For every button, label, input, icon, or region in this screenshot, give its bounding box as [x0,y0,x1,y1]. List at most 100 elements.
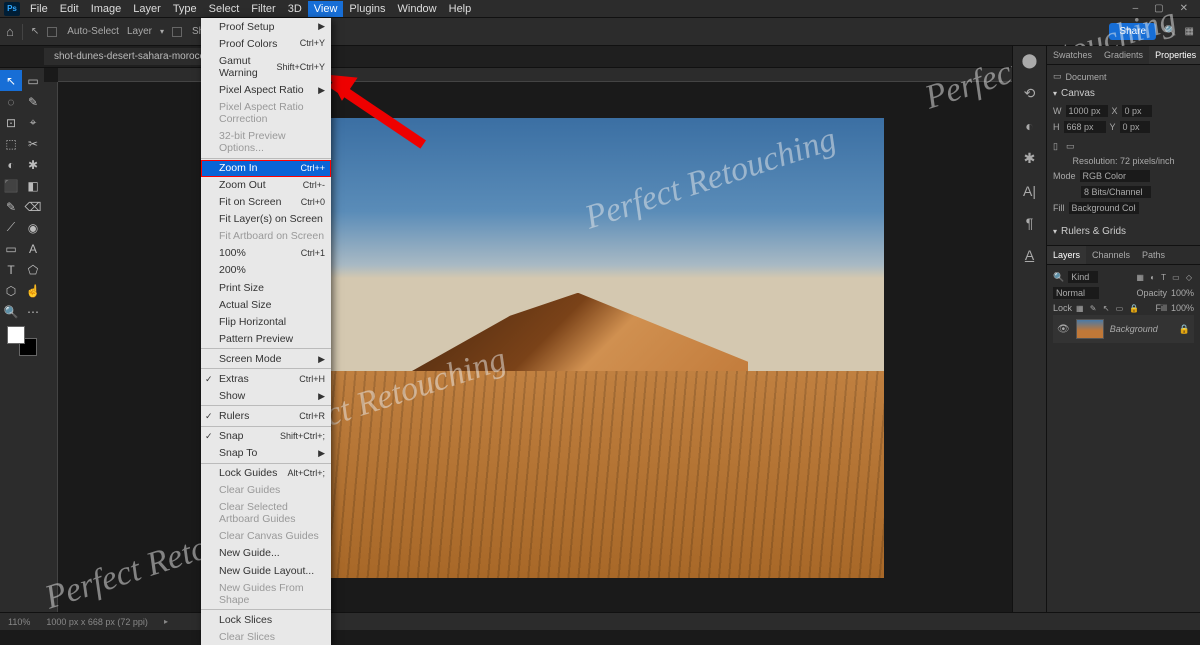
fg-bg-color[interactable] [7,326,37,356]
paragraph-icon[interactable]: ¶ [1026,215,1034,231]
search-icon[interactable]: 🔍 [1053,272,1064,283]
height-input[interactable] [1064,121,1106,133]
workspace-icon[interactable]: ▦ [1185,26,1194,37]
tool-3-1[interactable]: ✂ [22,133,44,154]
menu-item-proof-colors[interactable]: Proof ColorsCtrl+Y [201,35,331,52]
character-icon[interactable]: A| [1023,183,1036,199]
chevron-down-icon[interactable]: ▾ [1053,227,1057,236]
tool-9-0[interactable]: T [0,259,22,280]
menu-item-print-size[interactable]: Print Size [201,279,331,296]
tool-6-1[interactable]: ⌫ [22,196,44,217]
menu-item-fit-on-screen[interactable]: Fit on ScreenCtrl+0 [201,194,331,211]
menu-item-zoom-in[interactable]: Zoom InCtrl++ [201,160,331,177]
tool-6-0[interactable]: ✎ [0,196,22,217]
menu-item-lock-slices[interactable]: Lock Slices [201,611,331,628]
menu-window[interactable]: Window [392,1,443,17]
tool-10-1[interactable]: ☝ [22,280,44,301]
menu-edit[interactable]: Edit [54,1,85,17]
tool-0-0[interactable]: ↖ [0,70,22,91]
chevron-right-icon[interactable]: ▸ [164,617,168,626]
tool-11-1[interactable]: ⋯ [22,301,44,322]
depth-select[interactable] [1081,186,1151,198]
opacity-value[interactable]: 100% [1171,288,1194,298]
close-icon[interactable]: ✕ [1176,2,1192,15]
tool-5-0[interactable]: ⬛ [0,175,22,196]
tab-swatches[interactable]: Swatches [1047,46,1098,64]
menu-item-snap-to[interactable]: Snap To▶ [201,445,331,462]
zoom-level[interactable]: 110% [8,617,30,627]
menu-layer[interactable]: Layer [127,1,167,17]
menu-item-show[interactable]: Show▶ [201,387,331,404]
blend-mode-select[interactable] [1053,287,1099,299]
menu-item-extras[interactable]: ✓ExtrasCtrl+H [201,370,331,387]
menu-item-proof-setup[interactable]: Proof Setup▶ [201,18,331,35]
minimize-icon[interactable]: – [1129,2,1143,15]
tab-channels[interactable]: Channels [1086,246,1136,264]
menu-item-100-[interactable]: 100%Ctrl+1 [201,245,331,262]
menu-item-zoom-out[interactable]: Zoom OutCtrl+- [201,177,331,194]
tool-1-1[interactable]: ✎ [22,91,44,112]
search-icon[interactable]: 🔍 [1164,26,1176,37]
mode-select[interactable] [1080,170,1150,182]
menu-item-pattern-preview[interactable]: Pattern Preview [201,330,331,347]
layer-filter-select[interactable] [1068,271,1098,283]
menu-view[interactable]: View [308,1,344,17]
tool-2-0[interactable]: ⊡ [0,112,22,133]
layer-dropdown[interactable]: Layer [127,26,152,37]
y-input[interactable] [1120,121,1150,133]
menu-type[interactable]: Type [167,1,203,17]
tool-7-0[interactable]: ⟋ [0,217,22,238]
fill-select[interactable] [1069,202,1139,214]
tool-3-0[interactable]: ⬚ [0,133,22,154]
tool-11-0[interactable]: 🔍 [0,301,22,322]
menu-item-gamut-warning[interactable]: Gamut WarningShift+Ctrl+Y [201,52,331,81]
glyphs-icon[interactable]: A [1025,247,1034,263]
portrait-icon[interactable]: ▯ [1053,141,1058,152]
menu-item-new-guide-[interactable]: New Guide... [201,545,331,562]
tool-4-0[interactable]: ◐ [0,154,22,175]
menu-plugins[interactable]: Plugins [343,1,391,17]
adjustments-icon[interactable]: ◐ [1025,118,1033,134]
auto-select-checkbox[interactable] [47,27,57,37]
menu-3d[interactable]: 3D [282,1,308,17]
history-icon[interactable]: ⟲ [1024,85,1036,102]
menu-item-actual-size[interactable]: Actual Size [201,296,331,313]
tool-4-1[interactable]: ✱ [22,154,44,175]
show-transform-checkbox[interactable] [172,27,182,37]
chevron-down-icon[interactable]: ▾ [1053,89,1057,98]
tool-2-1[interactable]: ⌖ [22,112,44,133]
menu-item-pixel-aspect-ratio[interactable]: Pixel Aspect Ratio▶ [201,81,331,98]
fill-opacity-value[interactable]: 100% [1171,303,1194,313]
menu-item-lock-guides[interactable]: Lock GuidesAlt+Ctrl+; [201,465,331,482]
layer-row[interactable]: 👁 Background 🔒 [1053,315,1194,343]
tool-8-1[interactable]: A [22,238,44,259]
menu-item-200-[interactable]: 200% [201,262,331,279]
landscape-icon[interactable]: ▭ [1066,141,1075,152]
x-input[interactable] [1122,105,1152,117]
menu-item-snap[interactable]: ✓SnapShift+Ctrl+; [201,428,331,445]
menu-item-rulers[interactable]: ✓RulersCtrl+R [201,407,331,424]
tab-layers[interactable]: Layers [1047,246,1086,264]
tool-10-0[interactable]: ⬡ [0,280,22,301]
menu-image[interactable]: Image [85,1,128,17]
menu-item-screen-mode[interactable]: Screen Mode▶ [201,350,331,367]
share-button[interactable]: Share [1109,23,1156,40]
menu-item-fit-layer-s-on-screen[interactable]: Fit Layer(s) on Screen [201,211,331,228]
brushes-icon[interactable]: ✱ [1024,150,1036,167]
maximize-icon[interactable]: ▢ [1150,2,1167,15]
tab-properties[interactable]: Properties [1149,46,1200,64]
filter-icons[interactable]: ▦ ◐ T ▭ ◇ [1136,273,1194,282]
menu-filter[interactable]: Filter [245,1,281,17]
color-icon[interactable]: ⬤ [1022,52,1038,69]
tool-8-0[interactable]: ▭ [0,238,22,259]
width-input[interactable] [1066,105,1108,117]
menu-item-new-guide-layout-[interactable]: New Guide Layout... [201,562,331,579]
tool-9-1[interactable]: ⬠ [22,259,44,280]
menu-help[interactable]: Help [443,1,478,17]
tab-gradients[interactable]: Gradients [1098,46,1149,64]
home-icon[interactable]: ⌂ [6,24,14,39]
tool-1-0[interactable]: ◌ [0,91,22,112]
tool-7-1[interactable]: ◉ [22,217,44,238]
menu-file[interactable]: File [24,1,54,17]
tab-paths[interactable]: Paths [1136,246,1171,264]
